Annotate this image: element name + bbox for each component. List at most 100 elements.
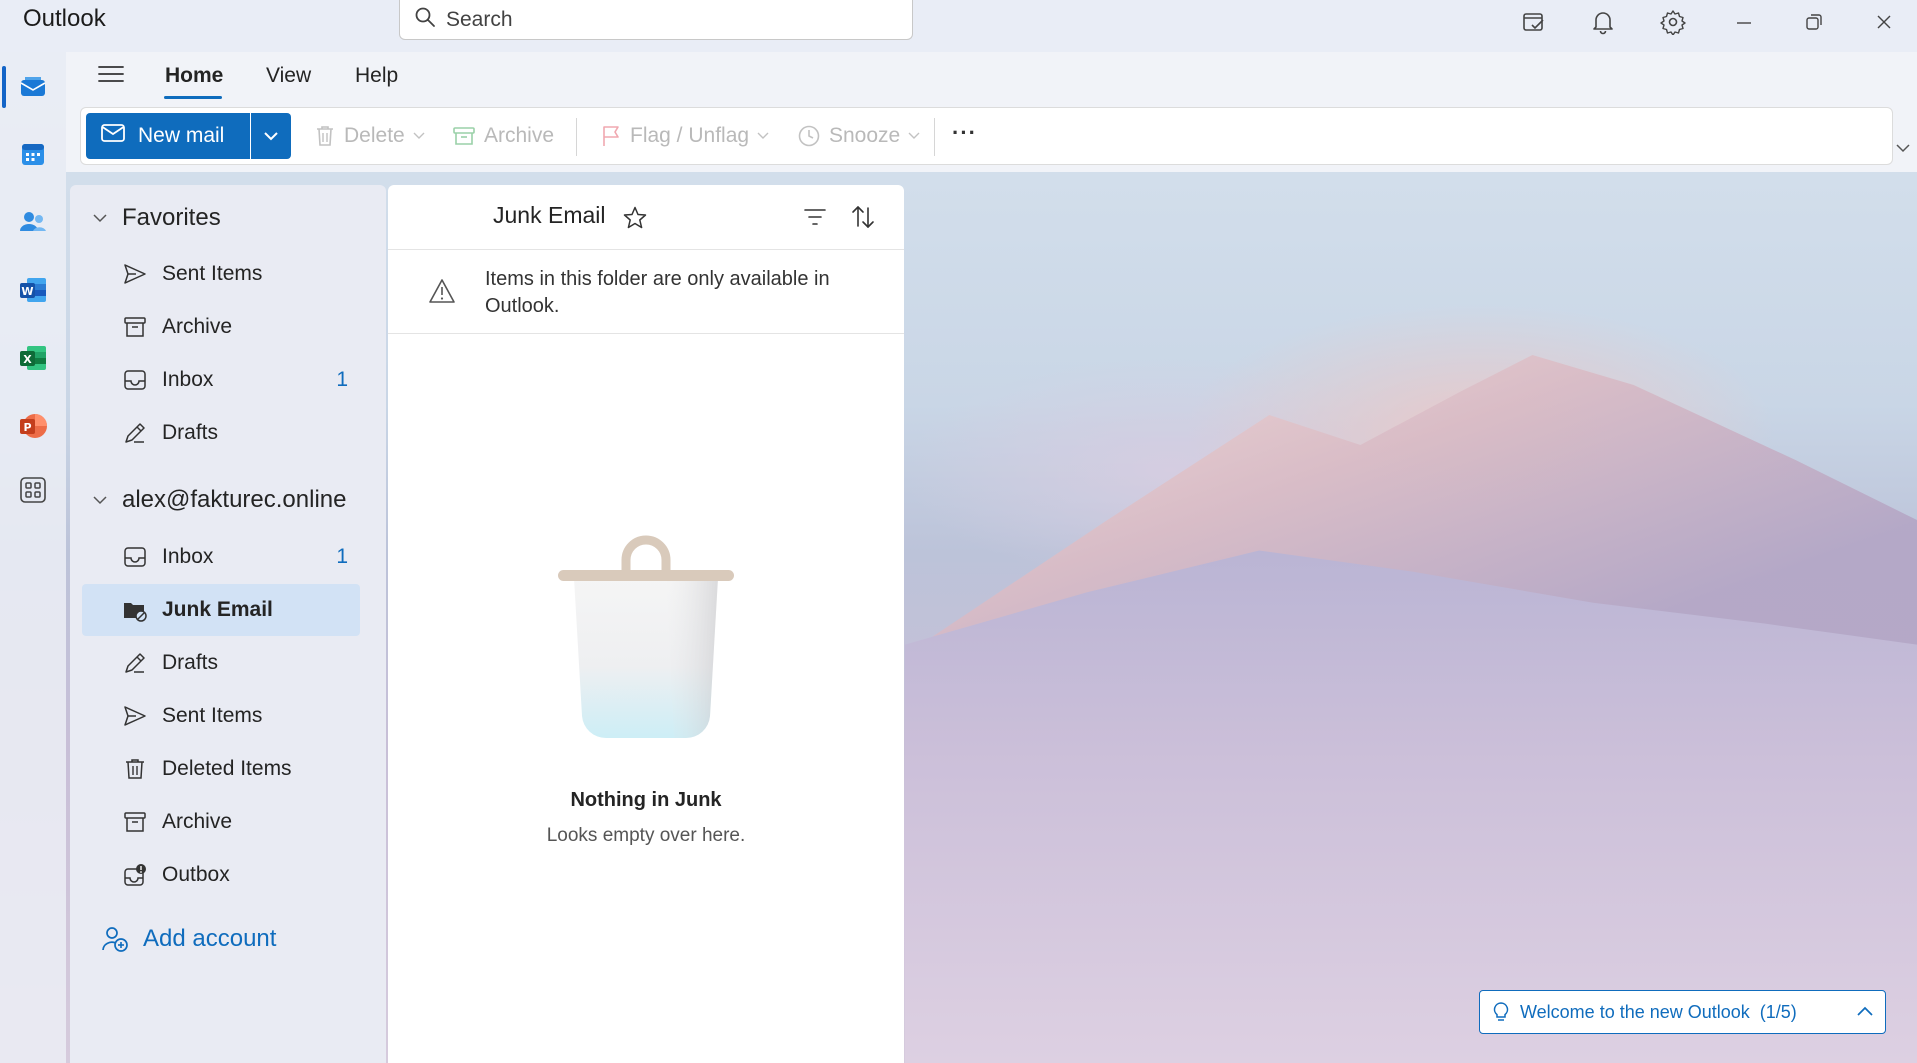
flag-unflag-label: Flag / Unflag — [630, 124, 750, 147]
add-account-button[interactable]: Add account — [101, 925, 276, 953]
favorite-star-icon[interactable] — [622, 205, 648, 236]
lightbulb-icon — [1493, 1002, 1509, 1021]
welcome-tour-button[interactable]: Welcome to the new Outlook (1/5) — [1479, 990, 1886, 1034]
folder-label: Archive — [162, 810, 233, 833]
folder-item-deleted-items[interactable]: Deleted Items — [82, 743, 360, 795]
trash-icon — [126, 759, 144, 779]
mail-app-icon[interactable] — [12, 65, 54, 107]
settings-gear-icon[interactable] — [1655, 4, 1691, 40]
rail-active-indicator — [2, 66, 6, 108]
folder-item-inbox[interactable]: Inbox 1 — [82, 531, 360, 583]
send-icon — [124, 264, 146, 284]
archive-button[interactable]: Archive — [452, 118, 554, 154]
flag-unflag-button[interactable]: Flag / Unflag — [600, 118, 769, 154]
inbox-icon — [124, 370, 146, 390]
folder-item-drafts[interactable]: Drafts — [82, 637, 360, 689]
delete-button[interactable]: Delete — [314, 118, 425, 154]
folder-label: Junk Email — [162, 598, 273, 621]
excel-app-icon[interactable]: X — [12, 337, 54, 379]
account-header[interactable]: alex@fakturec.online — [92, 486, 346, 514]
search-icon — [414, 6, 436, 33]
folder-label: Drafts — [162, 421, 219, 444]
ribbon-expand-chevron-icon[interactable] — [1895, 140, 1911, 158]
flag-icon — [603, 126, 619, 146]
people-app-icon[interactable] — [12, 201, 54, 243]
account-label: alex@fakturec.online — [122, 486, 347, 513]
app-title: Outlook — [23, 5, 106, 32]
new-mail-button[interactable]: New mail — [86, 113, 250, 159]
inbox-icon — [124, 547, 146, 567]
ribbon-separator — [576, 118, 577, 156]
powerpoint-app-icon[interactable]: P — [12, 405, 54, 447]
folder-item-outbox[interactable]: Outbox — [82, 849, 360, 901]
chevron-down-icon — [908, 132, 920, 139]
notifications-bell-icon[interactable] — [1585, 4, 1621, 40]
minimize-icon[interactable] — [1726, 4, 1762, 40]
folder-label: Sent Items — [162, 704, 263, 727]
folder-item-junk-email[interactable]: Junk Email — [82, 584, 360, 636]
unread-count-badge: 1 — [336, 545, 348, 568]
new-mail-dropdown-button[interactable] — [251, 113, 291, 159]
folder-label: Drafts — [162, 651, 219, 674]
my-day-icon[interactable] — [1516, 4, 1552, 40]
chevron-down-icon — [93, 214, 107, 223]
favorites-label: Favorites — [122, 204, 221, 231]
more-options-button[interactable]: ··· — [952, 120, 977, 146]
ribbon-separator — [934, 118, 935, 156]
welcome-text: Welcome to the new Outlook — [1520, 1001, 1750, 1022]
folder-label: Inbox — [162, 545, 214, 568]
tab-home-underline — [164, 96, 222, 99]
filter-icon[interactable] — [803, 206, 827, 233]
chevron-up-icon — [1857, 1006, 1873, 1016]
folder-label: Sent Items — [162, 262, 263, 285]
tab-home[interactable]: Home — [165, 64, 223, 88]
folder-label: Outbox — [162, 863, 230, 886]
archive-label: Archive — [484, 124, 555, 147]
hamburger-menu-icon[interactable] — [96, 62, 130, 92]
close-icon[interactable] — [1866, 4, 1902, 40]
sort-icon[interactable] — [850, 204, 876, 235]
empty-state-title: Nothing in Junk — [570, 789, 722, 811]
word-app-icon[interactable]: W — [12, 269, 54, 311]
folder-info-banner: Items in this folder are only available … — [388, 250, 904, 334]
folder-item-favorites-archive[interactable]: Archive — [82, 301, 360, 353]
chevron-down-icon — [264, 132, 278, 141]
message-list-header: Junk Email — [388, 185, 904, 250]
send-icon — [124, 706, 146, 726]
delete-label: Delete — [344, 124, 405, 147]
folder-item-sent-items[interactable]: Sent Items — [82, 690, 360, 742]
message-list-pane: Junk Email Items in this folder are only… — [388, 185, 904, 1063]
folder-label: Archive — [162, 315, 233, 338]
trash-icon — [317, 126, 333, 146]
chevron-down-icon — [413, 132, 425, 139]
svg-text:X: X — [23, 353, 32, 366]
folder-item-favorites-inbox[interactable]: Inbox 1 — [82, 354, 360, 406]
snooze-label: Snooze — [829, 124, 901, 147]
folder-item-favorites-sent-items[interactable]: Sent Items — [82, 248, 360, 300]
outbox-icon — [124, 864, 146, 886]
restore-icon[interactable] — [1796, 4, 1832, 40]
svg-text:P: P — [23, 421, 31, 434]
favorites-header[interactable]: Favorites — [92, 204, 221, 232]
title-bar — [0, 0, 1917, 52]
snooze-button[interactable]: Snooze — [797, 118, 920, 154]
folder-item-archive[interactable]: Archive — [82, 796, 360, 848]
folder-item-favorites-drafts[interactable]: Drafts — [82, 407, 360, 459]
chevron-down-icon — [93, 496, 107, 505]
archive-box-icon — [453, 127, 475, 145]
empty-trash-bin-illustration — [546, 530, 746, 745]
more-apps-icon[interactable] — [12, 469, 54, 511]
pencil-drafts-icon — [125, 653, 145, 673]
folder-title: Junk Email — [493, 202, 606, 228]
add-person-icon — [102, 927, 128, 952]
folder-label: Deleted Items — [162, 757, 292, 780]
calendar-app-icon[interactable] — [12, 133, 54, 175]
mail-envelope-icon — [100, 122, 126, 150]
junk-folder-icon — [124, 603, 147, 622]
search-input[interactable]: Search — [399, 0, 913, 40]
search-placeholder: Search — [446, 7, 513, 31]
tab-help[interactable]: Help — [355, 64, 398, 88]
tab-view[interactable]: View — [266, 64, 311, 88]
empty-state-subtitle: Looks empty over here. — [546, 825, 746, 846]
add-account-label: Add account — [143, 925, 277, 952]
